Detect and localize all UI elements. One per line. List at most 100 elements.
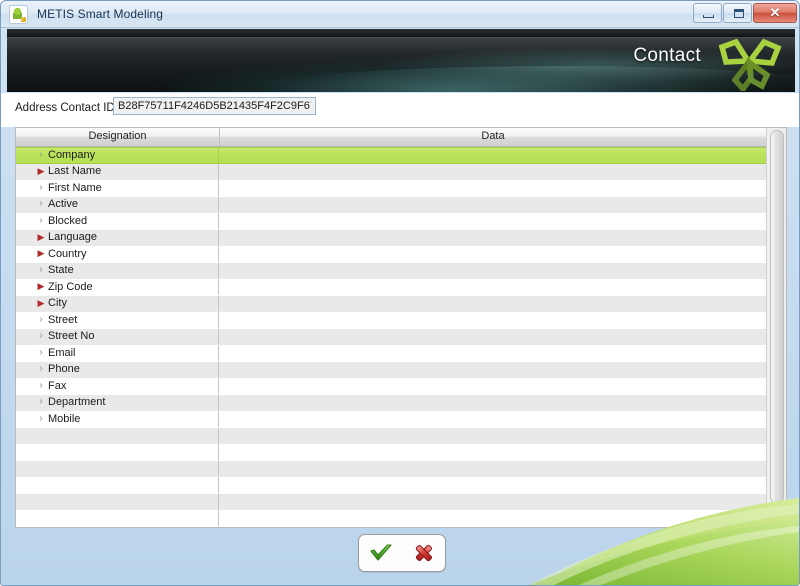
data-value (219, 399, 224, 411)
cell-data[interactable] (219, 329, 786, 345)
contact-id-row: Address Contact ID (1, 93, 799, 127)
cell-data[interactable] (219, 148, 786, 163)
maximize-button[interactable] (723, 3, 752, 23)
cell-designation[interactable]: › Mobile (16, 411, 219, 427)
close-button[interactable]: ✕ (753, 3, 797, 23)
scrollbar-thumb[interactable] (770, 130, 784, 504)
designation-label: Language (48, 231, 97, 244)
table-row[interactable]: › First Name (16, 180, 786, 197)
page-banner: Contact (7, 29, 795, 92)
grid-vertical-scrollbar[interactable] (766, 128, 786, 527)
table-row[interactable]: › Department (16, 394, 786, 411)
data-value (219, 333, 224, 345)
cell-data[interactable] (219, 279, 786, 295)
cell-data[interactable] (219, 510, 786, 526)
cell-designation[interactable]: › State (16, 262, 219, 278)
cell-data[interactable] (219, 378, 786, 394)
cancel-button[interactable] (411, 541, 437, 565)
cell-designation[interactable]: ▶ Last Name (16, 163, 219, 179)
cell-data[interactable] (219, 494, 786, 510)
cell-designation[interactable]: › Blocked (16, 213, 219, 229)
cell-designation[interactable]: › Email (16, 345, 219, 361)
cell-data[interactable] (219, 345, 786, 361)
table-row[interactable]: ▶ Country (16, 246, 786, 263)
cell-data[interactable] (219, 477, 786, 493)
contact-id-input[interactable] (113, 97, 316, 115)
cell-data[interactable] (219, 180, 786, 196)
table-row[interactable]: › Phone (16, 361, 786, 378)
table-row[interactable]: ▶ Language (16, 229, 786, 246)
table-row-empty[interactable] (16, 510, 786, 527)
cell-designation[interactable] (16, 477, 219, 493)
cell-designation[interactable] (16, 460, 219, 476)
cell-designation[interactable]: ▶ City (16, 295, 219, 311)
minimize-button[interactable] (693, 3, 722, 23)
app-icon (9, 4, 28, 24)
cell-designation[interactable]: › Active (16, 196, 219, 212)
cell-data[interactable] (219, 197, 786, 213)
designation-label: Active (48, 198, 78, 211)
cell-designation[interactable]: ▶ Zip Code (16, 279, 219, 295)
cell-designation[interactable] (16, 444, 219, 460)
application-window: METIS Smart Modeling ✕ Contact Address C… (0, 0, 800, 586)
table-row[interactable]: › Active (16, 196, 786, 213)
cell-designation[interactable]: › Company (16, 148, 219, 163)
table-row[interactable]: › Fax (16, 378, 786, 395)
designation-label: First Name (48, 181, 102, 194)
cell-data[interactable] (219, 263, 786, 279)
table-row[interactable]: › State (16, 262, 786, 279)
cell-designation[interactable]: › First Name (16, 180, 219, 196)
confirm-button[interactable] (368, 541, 394, 565)
table-row-empty[interactable] (16, 477, 786, 494)
table-row-empty[interactable] (16, 460, 786, 477)
designation-label: Department (48, 396, 106, 409)
data-value (219, 250, 224, 262)
cell-data[interactable] (219, 461, 786, 477)
cell-data[interactable] (219, 246, 786, 262)
designation-label: Fax (48, 379, 67, 392)
table-row[interactable]: › Email (16, 345, 786, 362)
metis-logo-icon (713, 33, 787, 92)
table-row[interactable]: ▶ City (16, 295, 786, 312)
cell-designation[interactable]: › Street No (16, 328, 219, 344)
cell-data[interactable] (219, 312, 786, 328)
column-header-designation[interactable]: Designation (16, 130, 219, 142)
cell-designation[interactable] (16, 510, 219, 526)
expand-chevron-icon: › (39, 346, 43, 358)
cell-data[interactable] (219, 362, 786, 378)
cell-data[interactable] (219, 164, 786, 180)
designation-label: Blocked (48, 214, 88, 227)
cell-designation[interactable]: › Street (16, 312, 219, 328)
cell-designation[interactable] (16, 493, 219, 509)
designation-label: Street No (48, 330, 95, 343)
data-value (219, 415, 224, 427)
cell-designation[interactable] (16, 427, 219, 443)
cell-data[interactable] (219, 428, 786, 444)
column-header-data[interactable]: Data (219, 130, 767, 142)
data-value (219, 217, 224, 229)
table-row[interactable]: › Company (16, 147, 786, 164)
table-row[interactable]: › Mobile (16, 411, 786, 428)
cell-data[interactable] (219, 411, 786, 427)
data-value (219, 283, 224, 295)
table-row[interactable]: › Street No (16, 328, 786, 345)
cell-data[interactable] (219, 395, 786, 411)
cell-designation[interactable]: › Phone (16, 361, 219, 377)
cell-data[interactable] (219, 213, 786, 229)
table-row-empty[interactable] (16, 444, 786, 461)
cell-designation[interactable]: › Department (16, 394, 219, 410)
cell-data[interactable] (219, 230, 786, 246)
table-row[interactable]: › Blocked (16, 213, 786, 230)
cell-designation[interactable]: › Fax (16, 378, 219, 394)
cell-designation[interactable]: ▶ Language (16, 229, 219, 245)
table-row[interactable]: ▶ Last Name (16, 163, 786, 180)
cell-data[interactable] (219, 444, 786, 460)
table-row[interactable]: › Street (16, 312, 786, 329)
table-row[interactable]: ▶ Zip Code (16, 279, 786, 296)
designation-label: Zip Code (48, 280, 93, 293)
table-row-empty[interactable] (16, 493, 786, 510)
table-row-empty[interactable] (16, 427, 786, 444)
cell-data[interactable] (219, 296, 786, 312)
cell-designation[interactable]: ▶ Country (16, 246, 219, 262)
grid-header-row: Designation Data (16, 128, 786, 147)
